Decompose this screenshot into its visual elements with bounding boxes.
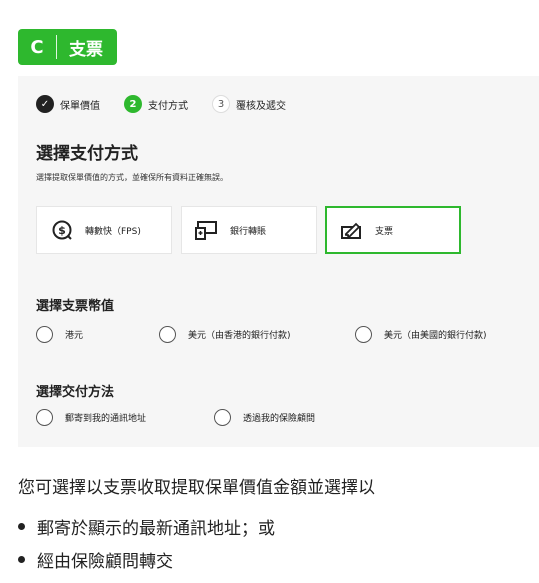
step-review-submit: 3 覆核及遞交	[212, 95, 286, 113]
page-title: 選擇支付方式	[36, 144, 138, 164]
step-label: 覆核及遞交	[236, 100, 286, 112]
method-label: 支票	[375, 226, 394, 237]
bullet-icon	[18, 556, 25, 563]
radio-delivery-advisor[interactable]: 透過我的保險顧問	[214, 409, 315, 426]
progress-stepper: ✓ 保單價值 2 支付方式 3 覆核及遞交	[36, 95, 310, 113]
badge-letter: C	[30, 36, 44, 58]
step-policy-value: ✓ 保單價值	[36, 95, 100, 113]
radio-currency-usd-us-bank[interactable]: 美元（由美國的銀行付款)	[355, 326, 487, 343]
radio-label: 美元（由香港的銀行付款)	[188, 331, 291, 341]
list-item-text: 經由保險顧問轉交	[37, 552, 173, 572]
method-cheque-card[interactable]: 支票	[325, 206, 461, 254]
list-item: 經由保險顧問轉交	[18, 543, 275, 576]
step-label: 支付方式	[148, 100, 188, 112]
radio-circle-icon[interactable]	[159, 326, 176, 343]
radio-circle-icon[interactable]	[36, 326, 53, 343]
fps-icon: $	[49, 219, 75, 241]
radio-delivery-mail[interactable]: 郵寄到我的通訊地址	[36, 409, 146, 426]
method-label: 轉數快（FPS)	[85, 226, 141, 237]
radio-label: 港元	[65, 331, 84, 341]
list-item-text: 郵寄於顯示的最新通訊地址；或	[37, 519, 275, 539]
option-badge: C 支票	[18, 29, 117, 65]
bank-transfer-icon	[194, 219, 220, 241]
radio-label: 郵寄到我的通訊地址	[65, 414, 147, 424]
radio-circle-icon[interactable]	[36, 409, 53, 426]
method-bank-transfer-card[interactable]: 銀行轉賬	[181, 206, 317, 254]
radio-currency-hkd[interactable]: 港元	[36, 326, 83, 343]
bullet-icon	[18, 523, 25, 530]
badge-label: 支票	[69, 39, 103, 60]
step-payment-method: 2 支付方式	[124, 95, 188, 113]
page-subtitle: 選擇提取保單價值的方式，並確保所有資料正確無誤。	[36, 173, 228, 182]
svg-text:$: $	[58, 224, 66, 237]
radio-circle-icon[interactable]	[355, 326, 372, 343]
delivery-section-title: 選擇交付方法	[36, 385, 115, 400]
explanation-text: 您可選擇以支票收取提取保單價值金額並選擇以	[18, 478, 375, 498]
radio-label: 透過我的保險顧問	[243, 414, 316, 424]
step-done-check-icon: ✓	[36, 95, 54, 113]
explanation-list: 郵寄於顯示的最新通訊地址；或 經由保險顧問轉交	[18, 510, 275, 576]
step-number: 3	[212, 95, 230, 113]
list-item: 郵寄於顯示的最新通訊地址；或	[18, 510, 275, 543]
step-label: 保單價值	[60, 100, 100, 112]
cheque-icon	[339, 219, 365, 241]
step-number: 2	[124, 95, 142, 113]
radio-currency-usd-hk-bank[interactable]: 美元（由香港的銀行付款)	[159, 326, 291, 343]
payment-panel: ✓ 保單價值 2 支付方式 3 覆核及遞交 選擇支付方式 選擇提取保單價值的方式…	[18, 76, 539, 447]
radio-label: 美元（由美國的銀行付款)	[384, 331, 487, 341]
method-label: 銀行轉賬	[230, 226, 267, 237]
currency-section-title: 選擇支票幣值	[36, 299, 115, 314]
method-fps-card[interactable]: $ 轉數快（FPS)	[36, 206, 172, 254]
radio-circle-icon[interactable]	[214, 409, 231, 426]
